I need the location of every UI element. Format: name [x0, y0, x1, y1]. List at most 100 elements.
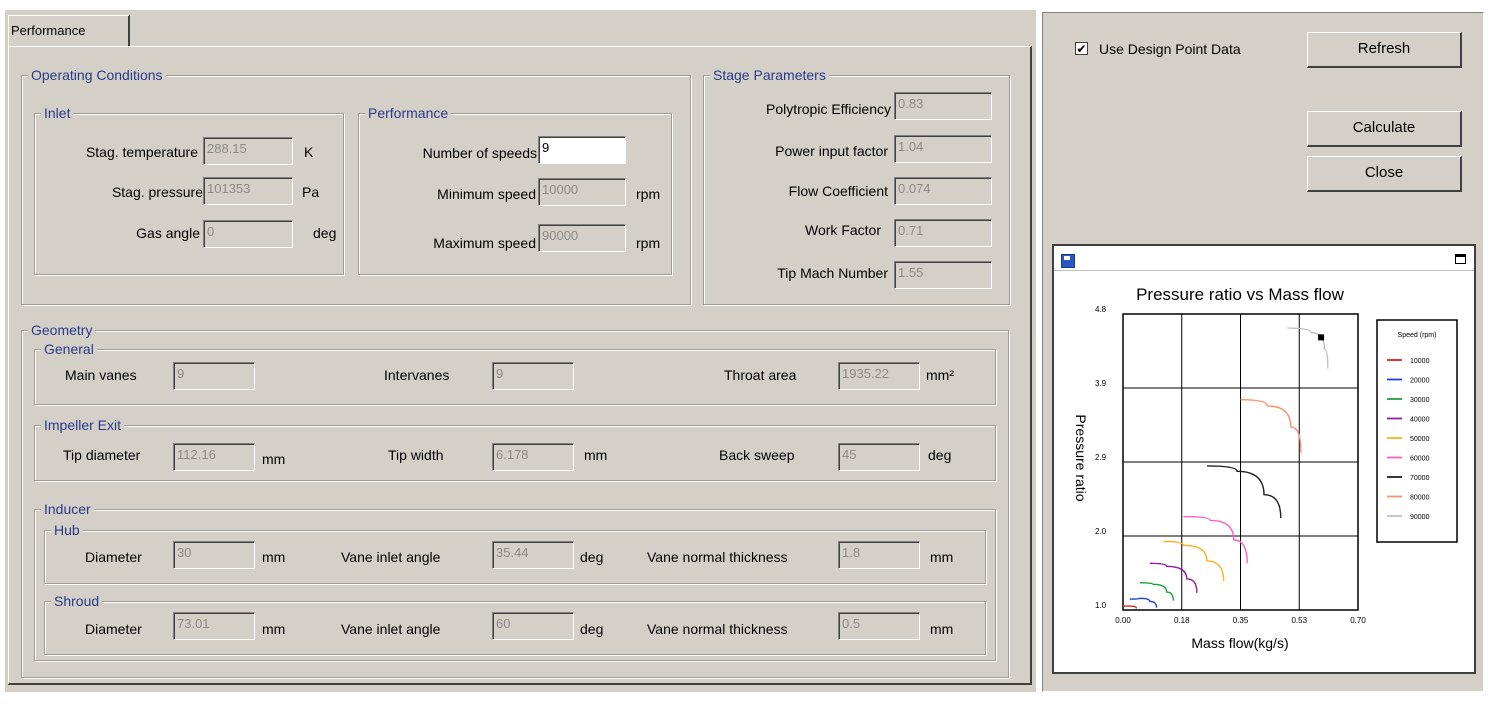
legend-label-30000: 30000 — [1410, 397, 1430, 404]
y-tick-label: 4.8 — [1095, 305, 1107, 314]
hub-vane-thickness-label: Vane normal thickness — [647, 549, 788, 565]
back-sweep-label: Back sweep — [719, 447, 795, 463]
tip-mach-number-field[interactable]: 1.55 — [894, 261, 992, 289]
y-tick-label: 2.0 — [1095, 527, 1107, 536]
hub-vane-inlet-angle-label: Vane inlet angle — [341, 549, 441, 565]
main-vanes-field[interactable]: 9 — [173, 362, 255, 390]
minimum-speed-unit: rpm — [636, 186, 661, 202]
calculate-button[interactable]: Calculate — [1307, 111, 1462, 147]
design-point-marker — [1318, 334, 1325, 341]
tip-diameter-field[interactable]: 112.16 — [173, 443, 255, 471]
y-tick-label: 2.9 — [1095, 453, 1107, 462]
hub-diameter-field[interactable]: 30 — [173, 541, 255, 569]
shroud-vane-thickness-field[interactable]: 0.5 — [838, 612, 920, 640]
legend-label-90000: 90000 — [1410, 514, 1430, 521]
operating-conditions-title: Operating Conditions — [28, 67, 166, 83]
shroud-diameter-unit: mm — [262, 621, 286, 637]
back-sweep-unit: deg — [928, 447, 952, 463]
y-tick-label: 1.0 — [1095, 601, 1107, 610]
stag-pressure-label: Stag. pressure — [111, 184, 203, 200]
maximum-speed-unit: rpm — [636, 235, 661, 251]
gas-angle-field[interactable]: 0 — [203, 220, 293, 248]
hub-vane-thickness-field[interactable]: 1.8 — [838, 541, 920, 569]
legend-label-50000: 50000 — [1410, 436, 1430, 443]
minimum-speed-field[interactable]: 10000 — [538, 178, 626, 206]
general-title: General — [41, 341, 97, 357]
series-line-50000 — [1163, 540, 1225, 582]
flow-coefficient-label: Flow Coefficient — [788, 183, 888, 199]
hub-diameter-label: Diameter — [85, 549, 142, 565]
shroud-title: Shroud — [51, 593, 103, 609]
inducer-title: Inducer — [41, 501, 94, 517]
series-line-40000 — [1149, 562, 1198, 593]
legend-label-60000: 60000 — [1410, 456, 1430, 463]
pressure-ratio-chart: Pressure ratio vs Mass flow 0.00 0.18 0.35… — [1073, 285, 1458, 651]
shroud-vane-inlet-angle-unit: deg — [580, 621, 604, 637]
tip-width-field[interactable]: 6.178 — [492, 443, 574, 471]
hub-vane-thickness-unit: mm — [930, 549, 954, 565]
shroud-diameter-label: Diameter — [85, 621, 142, 637]
gas-angle-label: Gas angle — [136, 225, 200, 241]
legend-label-80000: 80000 — [1410, 495, 1430, 502]
throat-area-field[interactable]: 1935.22 — [838, 362, 920, 390]
tip-diameter-unit: mm — [262, 451, 286, 467]
y-tick-label: 3.9 — [1095, 379, 1107, 388]
hub-vane-inlet-angle-field[interactable]: 35.44 — [492, 541, 574, 569]
shroud-vane-thickness-unit: mm — [930, 621, 954, 637]
legend-box — [1376, 319, 1458, 543]
geometry-title: Geometry — [28, 322, 96, 338]
legend-label-20000: 20000 — [1410, 378, 1430, 385]
use-design-point-checkbox[interactable]: ✔ — [1075, 42, 1088, 55]
x-tick-label: 0.18 — [1174, 616, 1190, 625]
use-design-point-label: Use Design Point Data — [1099, 41, 1241, 57]
series-line-70000 — [1206, 465, 1282, 519]
maximize-icon[interactable] — [1455, 254, 1466, 264]
tip-width-unit: mm — [584, 447, 608, 463]
tip-width-label: Tip width — [388, 447, 444, 463]
shroud-vane-inlet-angle-field[interactable]: 60 — [492, 612, 574, 640]
hub-diameter-unit: mm — [262, 549, 286, 565]
performance-title: Performance — [365, 105, 452, 121]
flow-coefficient-field[interactable]: 0.074 — [894, 177, 992, 205]
shroud-diameter-field[interactable]: 73.01 — [173, 612, 255, 640]
work-factor-field[interactable]: 0.71 — [894, 219, 992, 247]
legend-label-40000: 40000 — [1410, 417, 1430, 424]
stag-temperature-field[interactable]: 288.15 — [203, 137, 293, 165]
shroud-vane-thickness-label: Vane normal thickness — [647, 621, 788, 637]
save-icon[interactable] — [1061, 254, 1075, 268]
legend-title: Speed (rpm) — [1398, 332, 1437, 339]
series-line-10000 — [1123, 605, 1138, 609]
close-button[interactable]: Close — [1307, 156, 1462, 192]
impeller-exit-title: Impeller Exit — [41, 417, 125, 433]
throat-area-unit: mm² — [926, 367, 954, 383]
x-tick-label: 0.70 — [1350, 616, 1366, 625]
x-tick-label: 0.53 — [1291, 616, 1307, 625]
number-of-speeds-field[interactable]: 9 — [538, 136, 626, 164]
power-input-factor-field[interactable]: 1.04 — [894, 135, 992, 163]
maximum-speed-label: Maximum speed — [433, 235, 536, 251]
tip-diameter-label: Tip diameter — [63, 447, 141, 463]
refresh-button[interactable]: Refresh — [1307, 32, 1462, 68]
inlet-title: Inlet — [41, 105, 74, 121]
stag-pressure-field[interactable]: 101353 — [203, 177, 293, 205]
intervanes-field[interactable]: 9 — [492, 362, 574, 390]
stag-temperature-unit: K — [304, 144, 314, 160]
polytropic-efficiency-field[interactable]: 0.83 — [894, 92, 992, 120]
tip-mach-number-label: Tip Mach Number — [777, 265, 888, 281]
chart-title: Pressure ratio vs Mass flow — [1136, 285, 1345, 304]
x-tick-label: 0.00 — [1115, 616, 1131, 625]
legend-label-10000: 10000 — [1410, 358, 1430, 365]
minimum-speed-label: Minimum speed — [437, 186, 536, 202]
throat-area-label: Throat area — [724, 367, 797, 383]
series-line-90000 — [1287, 327, 1329, 369]
stage-parameters-title: Stage Parameters — [710, 67, 829, 83]
stag-pressure-unit: Pa — [302, 184, 320, 200]
maximum-speed-field[interactable]: 90000 — [538, 224, 626, 252]
shroud-vane-inlet-angle-label: Vane inlet angle — [341, 621, 441, 637]
main-vanes-label: Main vanes — [65, 367, 137, 383]
y-axis-label: Pressure ratio — [1073, 414, 1089, 501]
hub-title: Hub — [51, 522, 83, 538]
back-sweep-field[interactable]: 45 — [838, 443, 920, 471]
tab-performance[interactable]: Performance — [8, 15, 130, 47]
work-factor-label: Work Factor — [805, 222, 881, 238]
